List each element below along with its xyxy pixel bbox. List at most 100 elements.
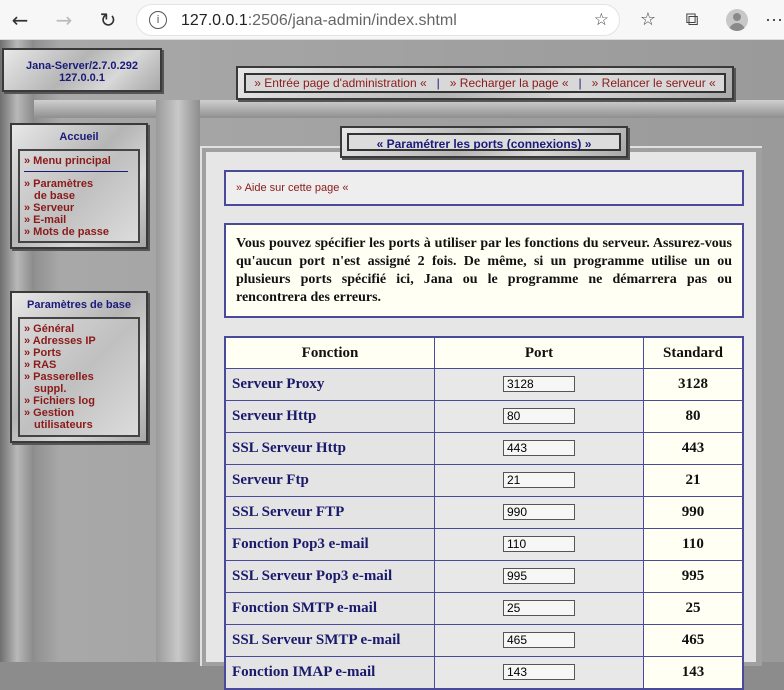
url-text[interactable]: 127.0.0.1:2506/jana-admin/index.shtml	[181, 12, 457, 30]
port-cell	[434, 464, 644, 497]
function-name: SSL Serveur FTP	[224, 496, 435, 529]
function-name: Fonction SMTP e-mail	[224, 592, 435, 625]
standard-port: 990	[643, 496, 744, 529]
sidebar-item-ports[interactable]: » Ports	[24, 347, 136, 359]
port-input[interactable]	[503, 632, 575, 648]
port-input[interactable]	[503, 568, 575, 584]
standard-port: 465	[643, 624, 744, 657]
table-row: Serveur Http 80	[224, 400, 744, 433]
port-input[interactable]	[503, 408, 575, 424]
port-cell	[434, 592, 644, 625]
browser-toolbar: ← → ↻ i 127.0.0.1:2506/jana-admin/index.…	[0, 0, 784, 40]
column-header-fonction: Fonction	[224, 336, 435, 369]
intro-text: Vous pouvez spécifier les ports à utilis…	[224, 223, 744, 318]
column-header-standard: Standard	[643, 336, 744, 369]
standard-port: 25	[643, 592, 744, 625]
site-info-icon[interactable]: i	[149, 11, 167, 29]
sidebar-item-serveur[interactable]: » Serveur	[24, 202, 136, 214]
port-input[interactable]	[503, 664, 575, 680]
table-row: Fonction SMTP e-mail 25	[224, 592, 744, 625]
table-row: Fonction Pop3 e-mail 110	[224, 528, 744, 561]
standard-port: 443	[643, 432, 744, 465]
port-input[interactable]	[503, 600, 575, 616]
function-name: SSL Serveur SMTP e-mail	[224, 624, 435, 657]
table-row: SSL Serveur SMTP e-mail 465	[224, 624, 744, 657]
port-cell	[434, 624, 644, 657]
sidebar-item-ras[interactable]: » RAS	[24, 359, 136, 371]
favorite-star-icon[interactable]: ☆	[594, 10, 609, 30]
sidebar-item-users-cont[interactable]: utilisateurs	[24, 419, 136, 431]
sidebar-item-menu-principal[interactable]: » Menu principal	[24, 155, 136, 167]
standard-port: 110	[643, 528, 744, 561]
nav-separator: |	[578, 76, 582, 90]
page-title-box: « Paramétrer les ports (connexions) »	[340, 126, 628, 158]
ports-table: Fonction Port Standard Serveur Proxy 3128…	[224, 336, 744, 690]
function-name: Fonction IMAP e-mail	[224, 656, 435, 690]
page-title: « Paramétrer les ports (connexions) »	[347, 133, 621, 151]
sidebar-home-title: Accueil	[59, 131, 99, 143]
port-input[interactable]	[503, 440, 575, 456]
standard-port: 995	[643, 560, 744, 593]
collections-icon[interactable]: ⧉	[680, 8, 704, 32]
reload-page-link[interactable]: » Recharger la page «	[450, 76, 569, 90]
sidebar-item-ip[interactable]: » Adresses IP	[24, 335, 136, 347]
function-name: Fonction Pop3 e-mail	[224, 528, 435, 561]
sidebar-item-logfiles[interactable]: » Fichiers log	[24, 395, 136, 407]
favorites-icon[interactable]: ☆	[636, 8, 660, 32]
table-row: Serveur Ftp 21	[224, 464, 744, 497]
sidebar-item-general[interactable]: » Général	[24, 323, 136, 335]
sidebar-item-gateways[interactable]: » Passerelles	[24, 371, 136, 383]
port-cell	[434, 528, 644, 561]
admin-home-link[interactable]: » Entrée page d'administration «	[254, 76, 426, 90]
server-info-box: Jana-Server/2.7.0.292 127.0.0.1	[2, 48, 162, 92]
port-cell	[434, 400, 644, 433]
function-name: Serveur Ftp	[224, 464, 435, 497]
more-menu-icon[interactable]: ⋯	[764, 8, 784, 32]
back-icon[interactable]: ←	[8, 8, 32, 32]
sidebar-divider	[24, 171, 128, 172]
forward-icon[interactable]: →	[52, 8, 76, 32]
port-input[interactable]	[503, 504, 575, 520]
help-link[interactable]: » Aide sur cette page «	[236, 182, 349, 194]
function-name: SSL Serveur Pop3 e-mail	[224, 560, 435, 593]
port-input[interactable]	[503, 376, 575, 392]
function-name: Serveur Proxy	[224, 368, 435, 401]
column-header-port: Port	[434, 336, 644, 369]
table-row: Serveur Proxy 3128	[224, 368, 744, 401]
sidebar-item-gateways-cont[interactable]: suppl.	[24, 383, 136, 395]
table-row: SSL Serveur FTP 990	[224, 496, 744, 529]
standard-port: 3128	[643, 368, 744, 401]
address-bar[interactable]: i 127.0.0.1:2506/jana-admin/index.shtml …	[136, 4, 620, 36]
reload-icon[interactable]: ↻	[96, 8, 120, 32]
port-cell	[434, 496, 644, 529]
sidebar-item-users[interactable]: » Gestion	[24, 407, 136, 419]
profile-avatar[interactable]	[726, 9, 748, 31]
sidebar-params-box: Paramètres de base » Général » Adresses …	[10, 291, 148, 443]
sidebar-item-parametres-cont[interactable]: de base	[24, 190, 136, 202]
top-navigation: » Entrée page d'administration « | » Rec…	[236, 66, 734, 100]
standard-port: 80	[643, 400, 744, 433]
sidebar-params-title: Paramètres de base	[27, 299, 131, 311]
standard-port: 21	[643, 464, 744, 497]
help-box: » Aide sur cette page «	[224, 170, 744, 206]
function-name: SSL Serveur Http	[224, 432, 435, 465]
port-input[interactable]	[503, 536, 575, 552]
table-row: Fonction IMAP e-mail 143	[224, 656, 744, 690]
table-row: SSL Serveur Pop3 e-mail 995	[224, 560, 744, 593]
content-left-decoration	[156, 100, 200, 662]
port-input[interactable]	[503, 472, 575, 488]
port-cell	[434, 432, 644, 465]
sidebar-item-parametres[interactable]: » Paramètres	[24, 178, 136, 190]
port-cell	[434, 656, 644, 690]
table-row: SSL Serveur Http 443	[224, 432, 744, 465]
sidebar-item-email[interactable]: » E-mail	[24, 214, 136, 226]
sidebar-item-passwords[interactable]: » Mots de passe	[24, 226, 136, 238]
port-cell	[434, 560, 644, 593]
top-decoration-bar	[34, 100, 784, 118]
nav-separator: |	[436, 76, 440, 90]
standard-port: 143	[643, 656, 744, 690]
port-cell	[434, 368, 644, 401]
server-ip: 127.0.0.1	[59, 72, 105, 84]
server-name: Jana-Server/2.7.0.292	[26, 60, 138, 72]
restart-server-link[interactable]: » Relancer le serveur «	[592, 76, 716, 90]
